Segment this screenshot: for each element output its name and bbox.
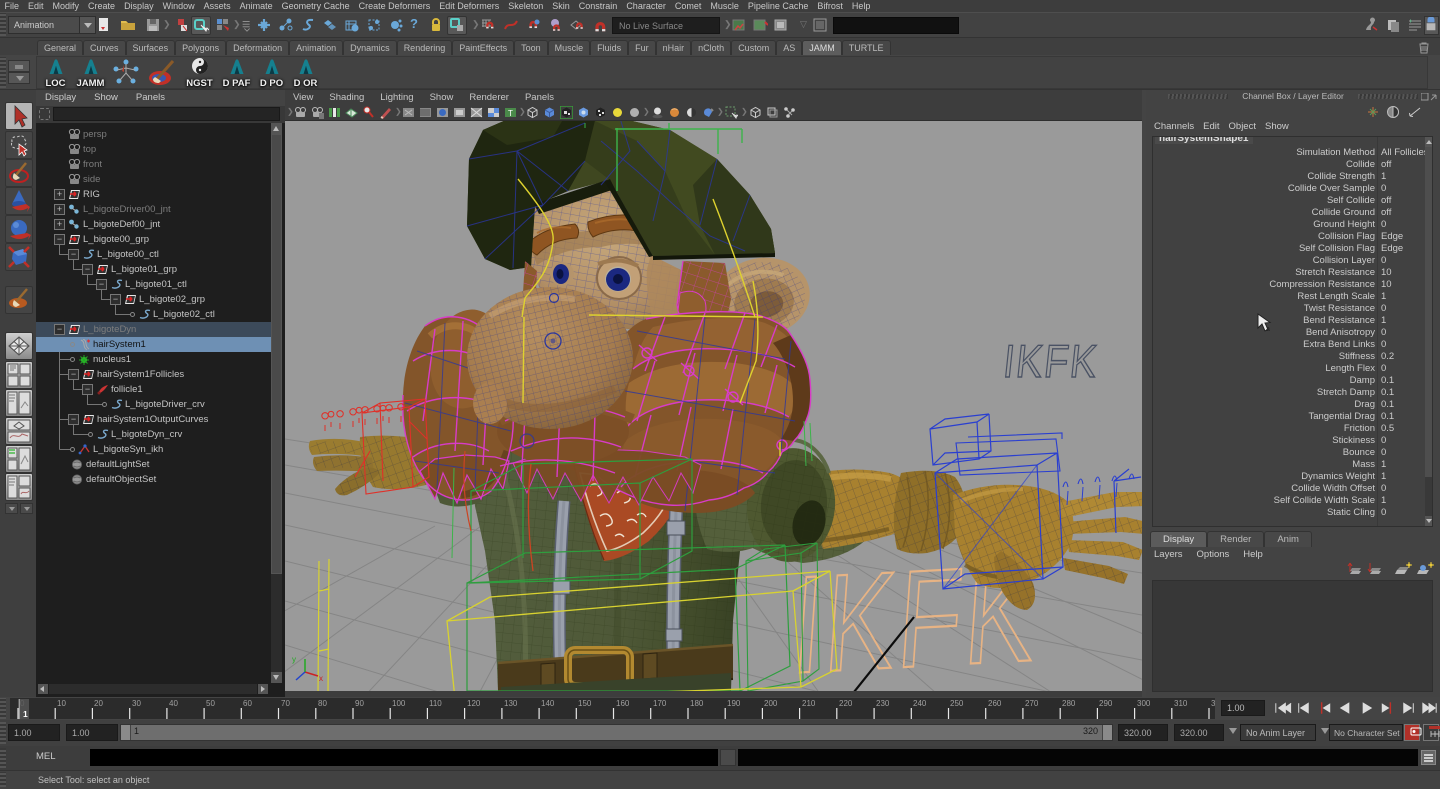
svg-text:30: 30 [132,699,141,708]
svg-text:80: 80 [318,699,327,708]
svg-text:210: 210 [802,699,816,708]
svg-text:300: 300 [1137,699,1151,708]
svg-text:290: 290 [1099,699,1113,708]
svg-text:90: 90 [355,699,364,708]
svg-text:280: 280 [1062,699,1076,708]
svg-text:IKFK: IKFK [1001,336,1101,387]
svg-text:150: 150 [578,699,592,708]
svg-text:230: 230 [876,699,890,708]
svg-text:60: 60 [243,699,252,708]
svg-text:270: 270 [1025,699,1039,708]
svg-text:320: 320 [1211,699,1215,708]
svg-text:180: 180 [690,699,704,708]
svg-text:a: a [1266,326,1270,333]
svg-text:70: 70 [281,699,290,708]
svg-text:240: 240 [913,699,927,708]
svg-text:120: 120 [467,699,481,708]
svg-text:T: T [508,109,513,118]
svg-text:10: 10 [57,699,66,708]
svg-text:y: y [292,655,296,664]
svg-text:140: 140 [541,699,555,708]
svg-text:x: x [319,674,323,683]
svg-text:310: 310 [1174,699,1188,708]
svg-text:160: 160 [616,699,630,708]
svg-text:100: 100 [392,699,406,708]
svg-text:130: 130 [504,699,518,708]
svg-text:170: 170 [653,699,667,708]
svg-text:220: 220 [839,699,853,708]
svg-text:260: 260 [988,699,1002,708]
svg-text:50: 50 [206,699,215,708]
svg-text:110: 110 [429,699,442,708]
svg-text:40: 40 [169,699,178,708]
svg-text:190: 190 [727,699,741,708]
svg-text:200: 200 [764,699,778,708]
svg-text:1: 1 [23,709,28,719]
svg-text:20: 20 [94,699,103,708]
svg-text:250: 250 [950,699,964,708]
